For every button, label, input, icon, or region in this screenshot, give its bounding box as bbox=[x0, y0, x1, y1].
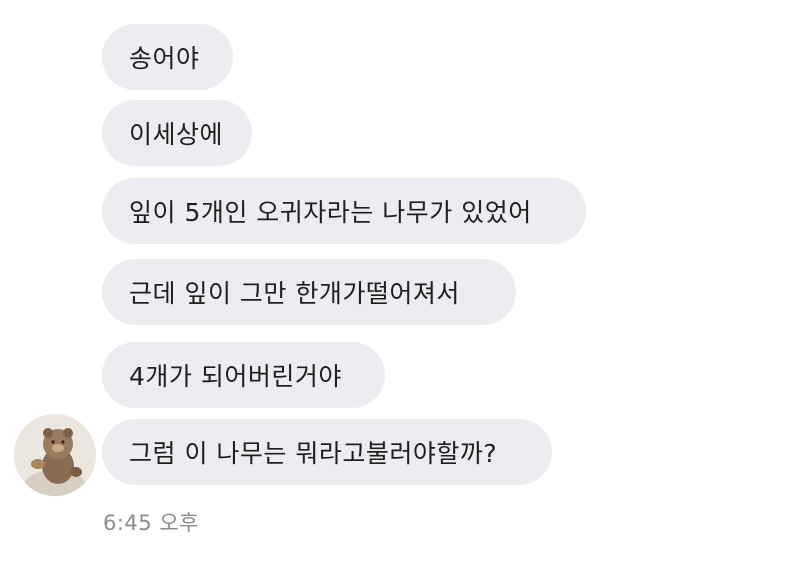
message-text: 그럼 이 나무는 뭐라고불러야할까? bbox=[129, 439, 498, 468]
message-timestamp: 6:45 오후 bbox=[103, 511, 199, 535]
profile-photo-icon bbox=[14, 414, 96, 496]
message-bubble[interactable]: 잎이 5개인 오귀자라는 나무가 있었어 bbox=[102, 178, 586, 244]
message-bubble[interactable]: 송어야 bbox=[102, 24, 233, 90]
chat-thread: 송어야 이세상에 잎이 5개인 오귀자라는 나무가 있었어 근데 잎이 그만 한… bbox=[0, 0, 800, 569]
message-bubble[interactable]: 그럼 이 나무는 뭐라고불러야할까? bbox=[102, 419, 552, 485]
message-text: 송어야 bbox=[129, 44, 200, 73]
message-bubble[interactable]: 이세상에 bbox=[102, 100, 252, 166]
avatar[interactable] bbox=[14, 414, 96, 496]
message-bubble[interactable]: 4개가 되어버린거야 bbox=[102, 342, 385, 408]
message-bubble[interactable]: 근데 잎이 그만 한개가떨어져서 bbox=[102, 259, 516, 325]
message-text: 이세상에 bbox=[129, 120, 224, 149]
message-text: 4개가 되어버린거야 bbox=[129, 362, 342, 391]
message-text: 근데 잎이 그만 한개가떨어져서 bbox=[129, 279, 460, 308]
message-text: 잎이 5개인 오귀자라는 나무가 있었어 bbox=[129, 198, 532, 227]
